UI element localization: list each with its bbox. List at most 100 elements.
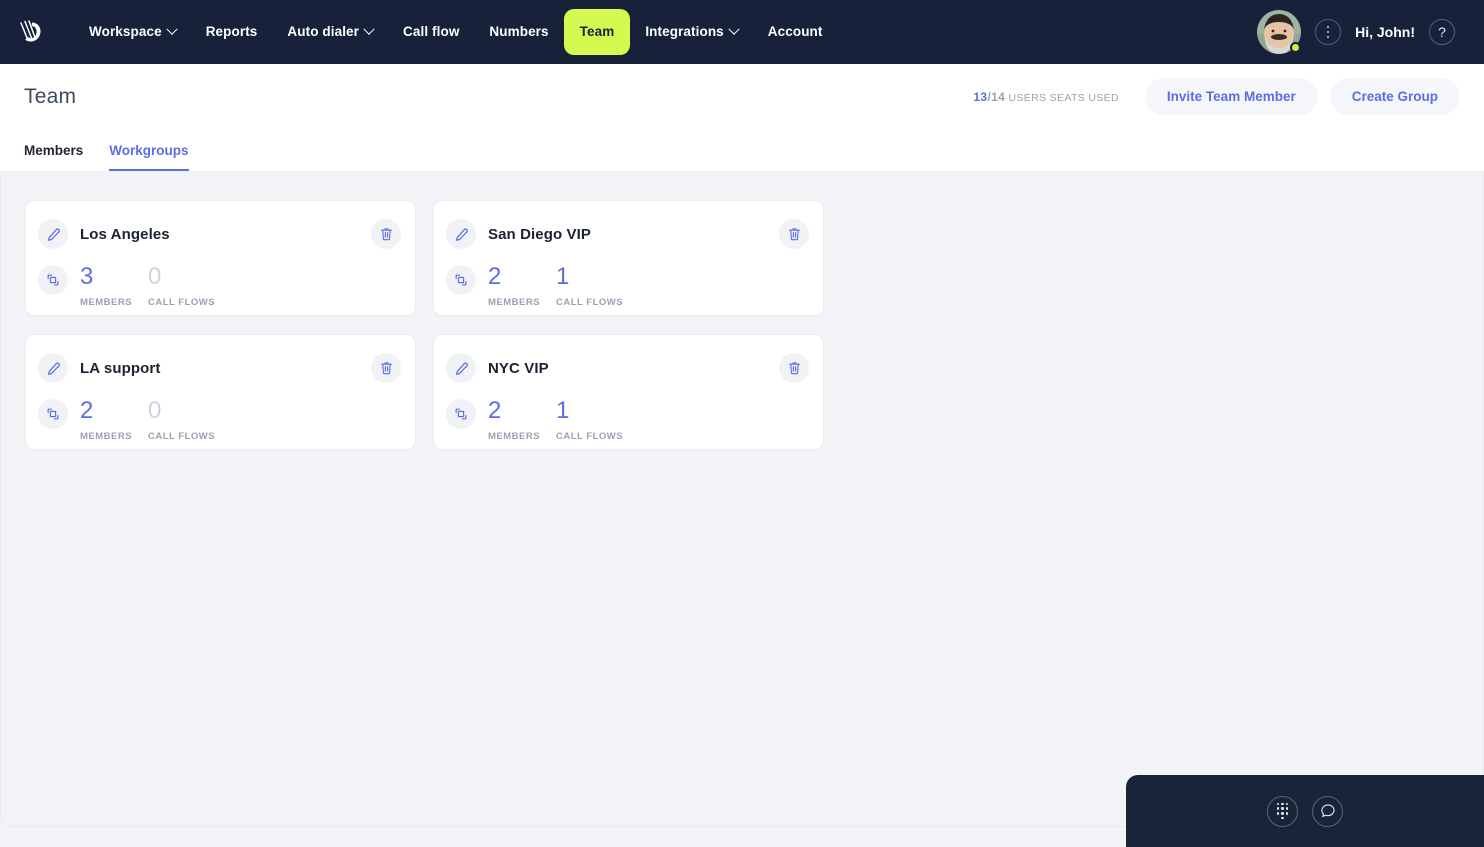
call-flows-label: CALL FLOWS — [556, 431, 624, 442]
seats-total-value: 14 — [991, 89, 1006, 104]
stat-call-flows: 1 CALL FLOWS — [556, 263, 642, 309]
stat-group: 2 MEMBERS 1 CALL FLOWS — [488, 263, 642, 309]
greeting-label: Hi, John! — [1355, 24, 1415, 40]
workgroup-card-stats: 2 MEMBERS 1 CALL FLOWS — [446, 265, 809, 308]
workgroup-card[interactable]: NYC VIP 2 MEMBERS 1 CALL FLOWS — [433, 334, 824, 450]
edit-workgroup-button[interactable] — [38, 219, 68, 249]
workgroup-name: LA support — [80, 359, 161, 377]
pencil-icon — [47, 227, 60, 241]
members-count: 2 — [488, 397, 502, 424]
call-flows-count: 1 — [556, 263, 570, 290]
call-flows-label: CALL FLOWS — [148, 431, 216, 442]
nav-item-numbers[interactable]: Numbers — [474, 16, 563, 48]
trash-icon — [380, 362, 392, 375]
expand-icon — [47, 408, 59, 420]
edit-workgroup-button[interactable] — [446, 353, 476, 383]
chevron-down-icon — [166, 23, 178, 35]
tab-workgroups[interactable]: Workgroups — [109, 143, 189, 171]
nav-item-integrations[interactable]: Integrations — [630, 16, 752, 48]
workgroup-card-stats: 2 MEMBERS 0 CALL FLOWS — [38, 399, 401, 442]
expand-icon — [455, 408, 467, 420]
call-flows-count: 0 — [148, 397, 162, 424]
expand-icon — [47, 274, 59, 286]
call-flows-count: 1 — [556, 397, 570, 424]
page-title: Team — [24, 84, 77, 108]
stat-members: 2 MEMBERS — [80, 397, 148, 443]
nav-label-team: Team — [579, 24, 615, 40]
workgroup-grid: Los Angeles 3 MEMBERS 0 CALL FLOWS San D… — [25, 200, 824, 450]
nav-label-integrations: Integrations — [645, 24, 724, 40]
nav-item-call-flow[interactable]: Call flow — [388, 16, 474, 48]
stat-call-flows: 1 CALL FLOWS — [556, 397, 642, 443]
stat-group: 2 MEMBERS 1 CALL FLOWS — [488, 397, 642, 443]
page-header: Team 13/14 USERS SEATS USED Invite Team … — [0, 64, 1484, 172]
stat-members: 3 MEMBERS — [80, 263, 148, 309]
workgroup-card[interactable]: San Diego VIP 2 MEMBERS 1 CALL FLOWS — [433, 200, 824, 316]
stat-members: 2 MEMBERS — [488, 265, 556, 309]
members-label: MEMBERS — [80, 431, 133, 442]
nav-label-account: Account — [767, 24, 823, 40]
nav-item-workspace[interactable]: Workspace — [74, 16, 191, 48]
stat-call-flows: 0 CALL FLOWS — [148, 263, 234, 309]
nav-item-auto-dialer[interactable]: Auto dialer — [272, 16, 388, 48]
page-header-top-row: Team 13/14 USERS SEATS USED Invite Team … — [24, 64, 1460, 129]
trash-icon — [788, 362, 800, 375]
invite-team-member-button[interactable]: Invite Team Member — [1144, 78, 1318, 115]
expand-icon — [455, 274, 467, 286]
workgroup-card-stats: 3 MEMBERS 0 CALL FLOWS — [38, 265, 401, 308]
nav-label-call-flow: Call flow — [403, 24, 460, 40]
chat-bubble-icon — [1320, 804, 1335, 818]
chevron-down-icon — [363, 23, 375, 35]
nav-right-cluster: Hi, John! ? — [1257, 10, 1468, 54]
create-group-button[interactable]: Create Group — [1329, 78, 1460, 115]
content-area: Los Angeles 3 MEMBERS 0 CALL FLOWS San D… — [0, 172, 1484, 827]
edit-workgroup-button[interactable] — [446, 219, 476, 249]
members-label: MEMBERS — [488, 297, 541, 308]
more-options-button[interactable] — [1315, 19, 1342, 45]
dialpad-button[interactable] — [1267, 795, 1298, 827]
workgroup-card[interactable]: LA support 2 MEMBERS 0 CALL FLOWS — [25, 334, 416, 450]
delete-workgroup-button[interactable] — [779, 219, 809, 249]
workgroup-card-stats: 2 MEMBERS 1 CALL FLOWS — [446, 399, 809, 442]
members-count: 2 — [80, 397, 94, 424]
members-count: 3 — [80, 263, 94, 290]
chevron-down-icon — [728, 23, 740, 35]
stat-call-flows: 0 CALL FLOWS — [148, 397, 234, 443]
delete-workgroup-button[interactable] — [779, 353, 809, 383]
pencil-icon — [47, 361, 60, 375]
call-flows-label: CALL FLOWS — [148, 297, 216, 308]
page-header-actions: 13/14 USERS SEATS USED Invite Team Membe… — [973, 78, 1460, 115]
expand-workgroup-button[interactable] — [446, 265, 476, 295]
tab-members[interactable]: Members — [24, 143, 83, 171]
seats-used-value: 13 — [973, 89, 988, 104]
avatar[interactable] — [1257, 10, 1302, 54]
nav-item-account[interactable]: Account — [753, 16, 838, 48]
expand-workgroup-button[interactable] — [38, 399, 68, 429]
help-button[interactable]: ? — [1429, 19, 1455, 45]
delete-workgroup-button[interactable] — [371, 353, 401, 383]
chat-widget-bar — [1126, 775, 1484, 847]
chat-button[interactable] — [1312, 795, 1343, 827]
nav-label-reports: Reports — [205, 24, 258, 40]
pencil-icon — [455, 227, 468, 241]
online-status-dot — [1290, 42, 1302, 53]
question-mark-icon: ? — [1438, 24, 1446, 40]
call-flows-count: 0 — [148, 263, 162, 290]
expand-workgroup-button[interactable] — [446, 399, 476, 429]
workgroup-card[interactable]: Los Angeles 3 MEMBERS 0 CALL FLOWS — [25, 200, 416, 316]
trash-icon — [380, 228, 392, 241]
dots-vertical-icon — [1326, 25, 1330, 39]
workgroup-name: San Diego VIP — [488, 225, 591, 243]
edit-workgroup-button[interactable] — [38, 353, 68, 383]
workgroup-card-header: Los Angeles — [38, 215, 401, 253]
stat-group: 2 MEMBERS 0 CALL FLOWS — [80, 397, 234, 443]
workgroup-card-header: San Diego VIP — [446, 215, 809, 253]
trash-icon — [788, 228, 800, 241]
app-logo[interactable] — [0, 0, 64, 64]
nav-item-reports[interactable]: Reports — [191, 16, 273, 48]
expand-workgroup-button[interactable] — [38, 265, 68, 295]
nav-item-team[interactable]: Team — [563, 9, 631, 55]
delete-workgroup-button[interactable] — [371, 219, 401, 249]
members-label: MEMBERS — [80, 297, 133, 308]
nav-links: Workspace Reports Auto dialer Call flow … — [74, 9, 837, 55]
